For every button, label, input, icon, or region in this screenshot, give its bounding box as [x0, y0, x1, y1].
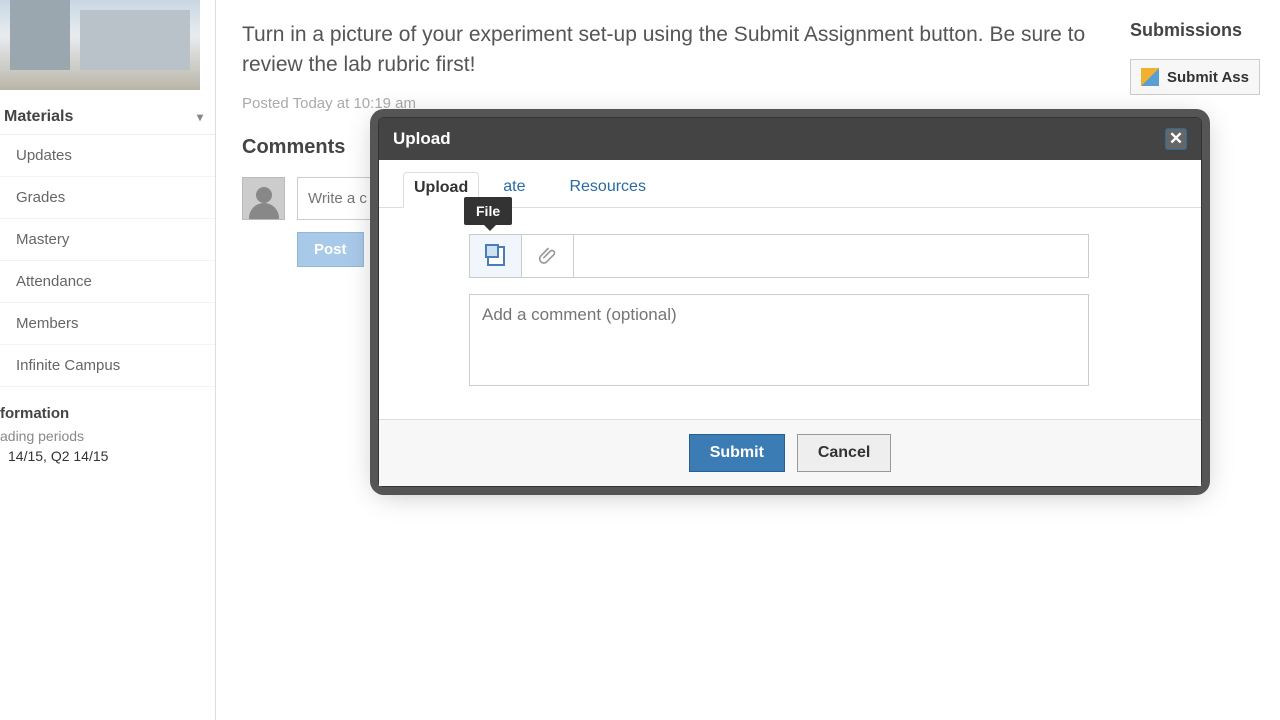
modal-footer: Submit Cancel — [379, 419, 1201, 486]
modal-title: Upload — [393, 129, 451, 149]
chevron-down-icon: ▾ — [197, 110, 203, 124]
avatar — [242, 177, 285, 220]
file-icon — [487, 246, 505, 266]
submit-assignment-label: Submit Ass — [1167, 69, 1249, 86]
close-icon[interactable]: ✕ — [1165, 128, 1187, 150]
paperclip-icon — [538, 246, 558, 266]
posted-timestamp: Posted Today at 10:19 am — [242, 95, 1104, 112]
sidebar-item-grades[interactable]: Grades — [0, 177, 215, 219]
sidebar-item-attendance[interactable]: Attendance — [0, 261, 215, 303]
post-button[interactable]: Post — [297, 232, 364, 267]
grading-periods-value: 14/15, Q2 14/15 — [0, 444, 215, 464]
submit-assignment-icon — [1141, 68, 1159, 86]
grading-periods-label: ading periods — [0, 428, 215, 444]
submissions-header: Submissions — [1130, 20, 1280, 41]
assignment-instructions: Turn in a picture of your experiment set… — [242, 20, 1092, 81]
upload-comment-input[interactable] — [469, 294, 1089, 386]
tab-resources[interactable]: Resources — [559, 172, 655, 207]
sidebar-item-mastery[interactable]: Mastery — [0, 219, 215, 261]
upload-toolbar: File — [469, 234, 1089, 278]
course-image — [0, 0, 200, 90]
cancel-button[interactable]: Cancel — [797, 434, 891, 472]
tab-content-upload: File — [379, 208, 1201, 419]
submit-assignment-button[interactable]: Submit Ass — [1130, 59, 1260, 95]
sidebar: Materials ▾ Updates Grades Mastery Atten… — [0, 0, 216, 720]
sidebar-item-members[interactable]: Members — [0, 303, 215, 345]
materials-header[interactable]: Materials ▾ — [0, 100, 215, 135]
file-upload-button[interactable]: File — [470, 235, 522, 277]
materials-label: Materials — [4, 108, 73, 126]
comment-input[interactable] — [297, 177, 387, 220]
sidebar-item-updates[interactable]: Updates — [0, 135, 215, 177]
attach-link-button[interactable] — [522, 235, 574, 277]
upload-filename-area — [574, 235, 1088, 277]
submit-button[interactable]: Submit — [689, 434, 785, 472]
information-header: formation — [0, 387, 215, 428]
sidebar-item-infinite-campus[interactable]: Infinite Campus — [0, 345, 215, 387]
upload-modal: Upload ✕ Upload ate Resources File — [378, 117, 1202, 487]
modal-header: Upload ✕ — [379, 118, 1201, 160]
file-tooltip: File — [464, 197, 512, 225]
